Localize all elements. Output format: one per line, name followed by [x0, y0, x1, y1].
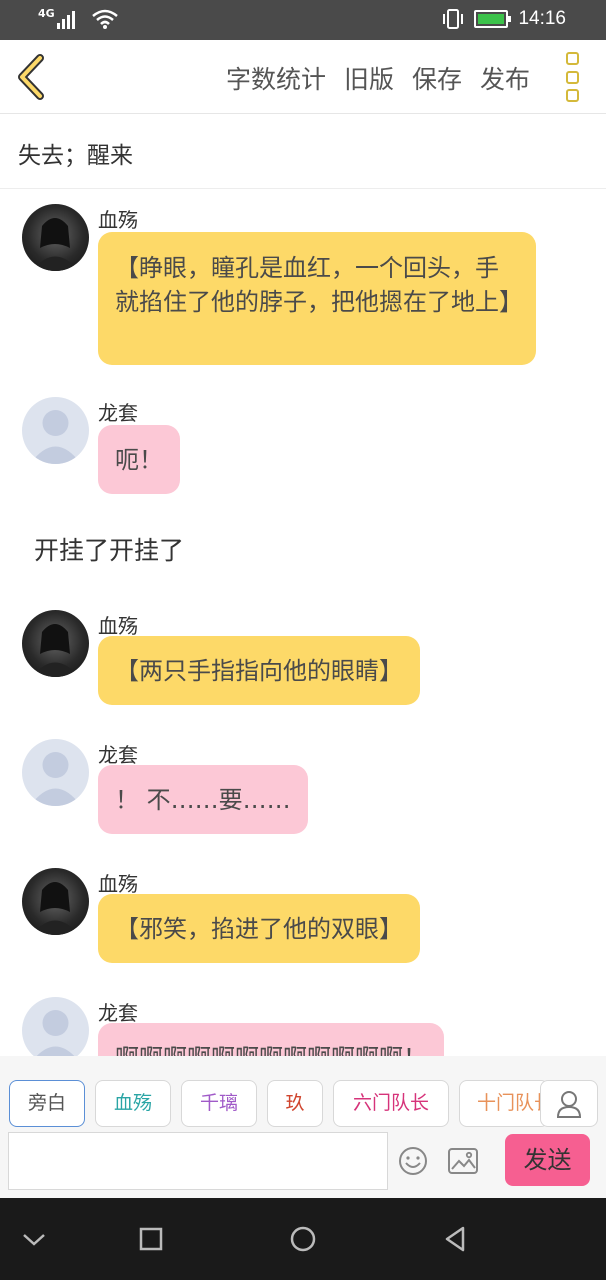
send-button[interactable]: 发送	[505, 1134, 590, 1186]
vibrate-icon	[443, 9, 464, 29]
role-chip[interactable]: 血殇	[95, 1080, 171, 1127]
role-chip[interactable]: 十门队长	[459, 1080, 549, 1127]
sender-name: 血殇	[98, 872, 138, 896]
compose-bar: 发送	[0, 1132, 606, 1198]
message-item: 龙套 呃！	[0, 380, 606, 505]
sender-name: 龙套	[98, 401, 138, 425]
smile-icon[interactable]	[398, 1146, 428, 1176]
app-header: 字数统计 旧版 保存 发布	[0, 40, 606, 114]
network-type: 4G	[38, 6, 55, 20]
message-item: 血殇 【两只手指指向他的眼睛】	[0, 588, 606, 715]
back-button[interactable]	[14, 54, 54, 100]
wifi-icon	[91, 9, 118, 29]
role-manage-button[interactable]	[540, 1080, 598, 1127]
avatar[interactable]	[22, 997, 89, 1056]
status-bar: 4G 14:16	[0, 0, 606, 40]
battery-charging-icon	[474, 10, 512, 28]
role-chip[interactable]: 千璃	[181, 1080, 257, 1127]
sender-name: 龙套	[98, 1001, 138, 1025]
message-bubble[interactable]: 【邪笑，掐进了他的双眼】	[98, 894, 420, 963]
avatar[interactable]	[22, 204, 89, 271]
message-bubble[interactable]: ！ 不……要……	[98, 765, 308, 834]
word-count-button[interactable]: 字数统计	[226, 60, 326, 96]
message-item: 血殇 【睁眼，瞳孔是血红，一个回头，手就掐住了他的脖子，把他摁在了地上】	[0, 190, 606, 380]
sender-name: 血殇	[98, 208, 138, 232]
image-icon[interactable]	[447, 1147, 479, 1175]
square-icon[interactable]	[135, 1223, 167, 1255]
save-button[interactable]: 保存	[412, 60, 462, 96]
chat-list: 血殇 【睁眼，瞳孔是血红，一个回头，手就掐住了他的脖子，把他摁在了地上】 龙套 …	[0, 190, 606, 1056]
message-item: 血殇 【邪笑，掐进了他的双眼】	[0, 844, 606, 973]
story-title: 失去；醒来	[0, 114, 606, 189]
publish-button[interactable]: 发布	[480, 60, 530, 96]
sender-name: 血殇	[98, 614, 138, 638]
role-chip-narrator[interactable]: 旁白	[9, 1080, 85, 1127]
avatar[interactable]	[22, 610, 89, 677]
system-nav-bar	[0, 1198, 606, 1280]
sender-name: 龙套	[98, 743, 138, 767]
circle-icon[interactable]	[287, 1223, 319, 1255]
clock: 14:16	[518, 8, 566, 29]
message-bubble[interactable]: 呃！	[98, 425, 180, 494]
more-vertical-icon[interactable]	[566, 52, 580, 102]
avatar[interactable]	[22, 868, 89, 935]
message-item: 龙套 ！ 不……要……	[0, 715, 606, 844]
narration-text[interactable]: 开挂了开挂了	[0, 505, 606, 588]
message-item: 龙套 啊啊啊啊啊啊啊啊啊啊啊啊！	[0, 973, 606, 1056]
message-bubble[interactable]: 【两只手指指向他的眼睛】	[98, 636, 420, 705]
triangle-back-icon[interactable]	[439, 1223, 471, 1255]
avatar[interactable]	[22, 739, 89, 806]
role-chip[interactable]: 六门队长	[333, 1080, 449, 1127]
message-bubble[interactable]: 啊啊啊啊啊啊啊啊啊啊啊啊！	[98, 1023, 444, 1056]
user-icon	[556, 1090, 582, 1118]
signal-icon	[56, 11, 75, 29]
chevron-left-icon	[18, 54, 44, 100]
avatar[interactable]	[22, 397, 89, 464]
role-chip[interactable]: 玖	[267, 1080, 323, 1127]
message-bubble[interactable]: 【睁眼，瞳孔是血红，一个回头，手就掐住了他的脖子，把他摁在了地上】	[98, 232, 536, 365]
old-version-button[interactable]: 旧版	[344, 60, 394, 96]
chevron-down-icon[interactable]	[18, 1223, 50, 1255]
role-selector: 旁白 血殇 千璃 玖 六门队长 十门队长	[0, 1056, 606, 1132]
header-actions: 字数统计 旧版 保存 发布	[226, 60, 530, 96]
message-input[interactable]	[8, 1132, 388, 1190]
